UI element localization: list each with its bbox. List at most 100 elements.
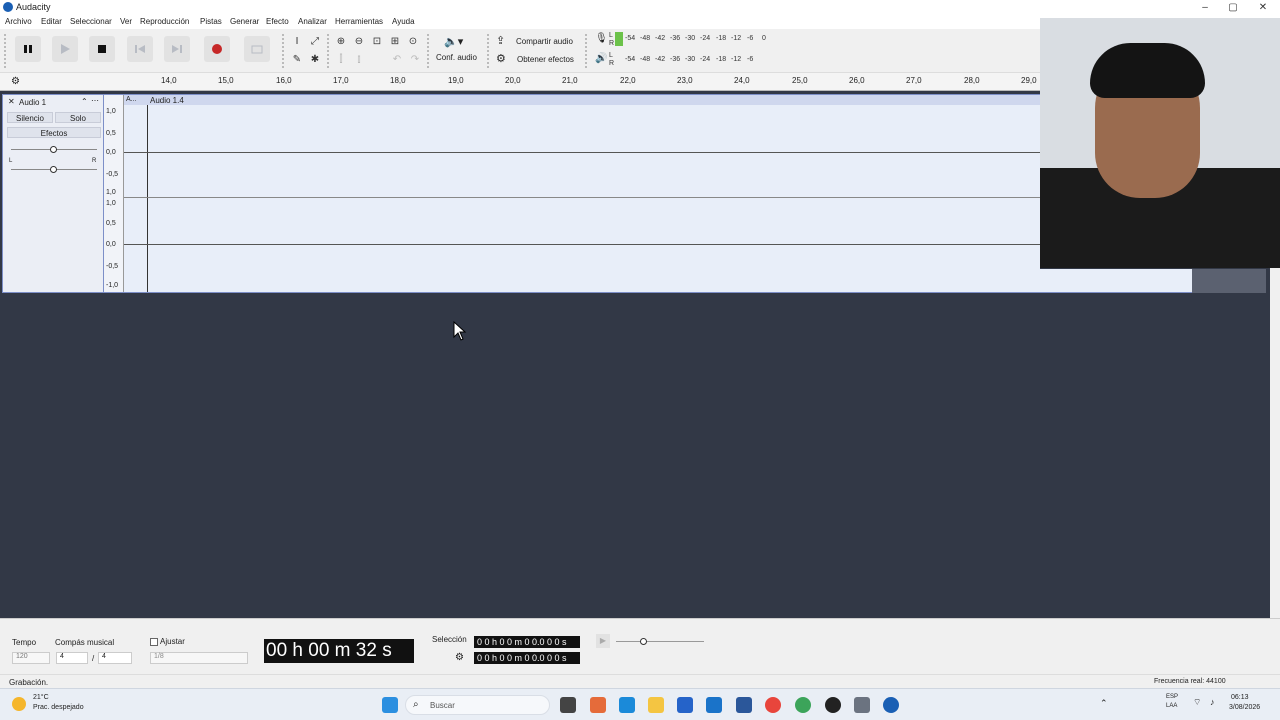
playback-speaker-icon[interactable]: 🔊	[595, 53, 607, 64]
share-audio-button[interactable]: Compartir audio	[516, 37, 573, 46]
audacity-taskbar-icon[interactable]	[883, 697, 899, 713]
zoom-toggle-icon[interactable]: ⊙	[406, 34, 420, 48]
zoom-in-icon[interactable]: ⊕	[334, 34, 348, 48]
clip-name-previous[interactable]: A...	[126, 96, 137, 103]
taskbar-search[interactable]: ⌕ Buscar	[405, 695, 550, 715]
skip-start-button[interactable]	[127, 36, 153, 62]
language-label[interactable]: ESP	[1166, 694, 1178, 700]
record-meter[interactable]: -54 -48 -42 -36 -30 -24 -18 -12 -6 0	[623, 33, 768, 45]
obs-icon[interactable]	[825, 697, 841, 713]
menu-herramientas[interactable]: Herramientas	[335, 17, 383, 26]
menu-analizar[interactable]: Analizar	[298, 17, 327, 26]
menu-generar[interactable]: Generar	[230, 17, 259, 26]
play-at-speed-icon[interactable]: ▶	[596, 634, 610, 648]
menu-seleccionar[interactable]: Seleccionar	[70, 17, 112, 26]
tempo-input[interactable]: 120	[12, 652, 50, 664]
clock-time[interactable]: 06:13	[1231, 694, 1249, 701]
track-menu-icon[interactable]: ⋯	[91, 96, 99, 105]
microphone-icon[interactable]: 🎙	[595, 33, 608, 44]
selection-settings-icon[interactable]: ⚙	[455, 652, 464, 663]
multi-tool-icon[interactable]: ✱	[308, 52, 322, 66]
effects-button[interactable]: Efectos	[7, 127, 101, 138]
time-display[interactable]: 00 h 00 m 32 s	[264, 639, 414, 663]
menu-archivo[interactable]: Archivo	[5, 17, 32, 26]
playback-speed-slider[interactable]	[616, 641, 704, 642]
timeline-settings-icon[interactable]: ⚙	[11, 76, 20, 87]
maximize-button[interactable]: ▢	[1218, 0, 1248, 15]
draw-tool-icon[interactable]: ✎	[290, 52, 304, 66]
plugin-icon[interactable]: ⚙	[496, 52, 506, 65]
menu-reproduccion[interactable]: Reproducción	[140, 17, 189, 26]
pause-button[interactable]	[15, 36, 41, 62]
volume-icon[interactable]: ♪	[1210, 697, 1215, 707]
record-button[interactable]	[204, 36, 230, 62]
edge-icon[interactable]	[619, 697, 635, 713]
wifi-icon[interactable]: ⌔	[1193, 697, 1201, 708]
waveform-view-extension[interactable]	[1040, 269, 1192, 293]
stop-button[interactable]	[89, 36, 115, 62]
toolbar-grip[interactable]	[427, 34, 430, 68]
toolbar-grip[interactable]	[282, 34, 285, 68]
envelope-tool-icon[interactable]: ⤢	[308, 34, 322, 48]
word-icon[interactable]	[736, 697, 752, 713]
gain-slider-thumb[interactable]	[50, 146, 57, 153]
skip-end-button[interactable]	[164, 36, 190, 62]
undo-icon[interactable]: ↶	[390, 52, 404, 66]
solo-button[interactable]: Solo	[55, 112, 101, 123]
timeline-ruler[interactable]: ⚙ 14,0 15,0 16,0 17,0 18,0 19,0 20,0 21,…	[0, 73, 1040, 91]
playback-meter[interactable]: -54 -48 -42 -36 -30 -24 -18 -12 -6	[623, 54, 768, 66]
toolbar-grip[interactable]	[585, 34, 588, 68]
selection-tool-icon[interactable]: I	[290, 34, 304, 48]
pan-slider-thumb[interactable]	[50, 166, 57, 173]
mute-button[interactable]: Silencio	[7, 112, 53, 123]
time-signature-denominator[interactable]: 4	[98, 652, 132, 664]
snap-checkbox[interactable]	[150, 638, 158, 646]
menu-editar[interactable]: Editar	[41, 17, 62, 26]
play-button[interactable]	[52, 36, 78, 62]
menu-ayuda[interactable]: Ayuda	[392, 17, 415, 26]
loop-button[interactable]	[244, 36, 270, 62]
selection-end-time[interactable]: 0 0 h 0 0 m 0 0.0 0 0 s	[474, 652, 580, 664]
chrome-profile-icon[interactable]	[795, 697, 811, 713]
minimize-button[interactable]: –	[1190, 0, 1220, 15]
store-icon[interactable]	[677, 697, 693, 713]
keyboard-label[interactable]: LAA	[1166, 703, 1177, 709]
redo-icon[interactable]: ↷	[408, 52, 422, 66]
snap-select[interactable]: 1/8	[150, 652, 248, 664]
clip-name[interactable]: Audio 1.4	[150, 96, 184, 105]
playback-speed-thumb[interactable]	[640, 638, 647, 645]
vertical-scale[interactable]: 1,0 0,5 0,0 -0,5 1,0 1,0 0,5 0,0 -0,5 -1…	[104, 95, 124, 292]
toolbar-grip[interactable]	[4, 34, 7, 68]
task-view-icon[interactable]	[560, 697, 576, 713]
copilot-icon[interactable]	[590, 697, 606, 713]
selection-start-time[interactable]: 0 0 h 0 0 m 0 0.0 0 0 s	[474, 636, 580, 648]
menu-efecto[interactable]: Efecto	[266, 17, 289, 26]
clip-header[interactable]	[147, 95, 1040, 105]
share-icon[interactable]: ⇪	[496, 34, 505, 47]
weather-temp[interactable]: 21°C	[33, 694, 49, 701]
fit-selection-icon[interactable]: ⊡	[370, 34, 384, 48]
audio-setup-label[interactable]: Conf. audio	[436, 53, 477, 62]
zoom-out-icon[interactable]: ⊖	[352, 34, 366, 48]
menu-ver[interactable]: Ver	[120, 17, 132, 26]
collapse-track-icon[interactable]: ⌃	[81, 97, 88, 106]
speaker-icon[interactable]: 🔈▾	[444, 35, 463, 48]
track-name[interactable]: Audio 1	[19, 98, 46, 107]
weather-desc[interactable]: Prac. despejado	[33, 704, 84, 711]
toolbar-grip[interactable]	[487, 34, 490, 68]
settings-icon[interactable]	[854, 697, 870, 713]
close-button[interactable]: ✕	[1248, 0, 1278, 15]
outlook-icon[interactable]	[706, 697, 722, 713]
waveform-view[interactable]: 1,0 0,5 0,0 -0,5 1,0 1,0 0,5 0,0 -0,5 -1…	[104, 94, 1040, 293]
chrome-icon[interactable]	[765, 697, 781, 713]
get-effects-button[interactable]: Obtener efectos	[517, 55, 574, 64]
track-control-panel[interactable]: ✕ Audio 1 ⌃ ⋯ Silencio Solo Efectos L R	[2, 94, 104, 293]
trim-icon[interactable]: ⫿	[334, 52, 348, 66]
start-windows-icon[interactable]	[382, 697, 398, 713]
menu-pistas[interactable]: Pistas	[200, 17, 222, 26]
tray-chevron-icon[interactable]: ⌃	[1100, 698, 1108, 709]
close-track-icon[interactable]: ✕	[8, 97, 15, 106]
weather-icon[interactable]	[12, 697, 26, 711]
file-explorer-icon[interactable]	[648, 697, 664, 713]
clock-date[interactable]: 3/08/2026	[1229, 704, 1260, 711]
